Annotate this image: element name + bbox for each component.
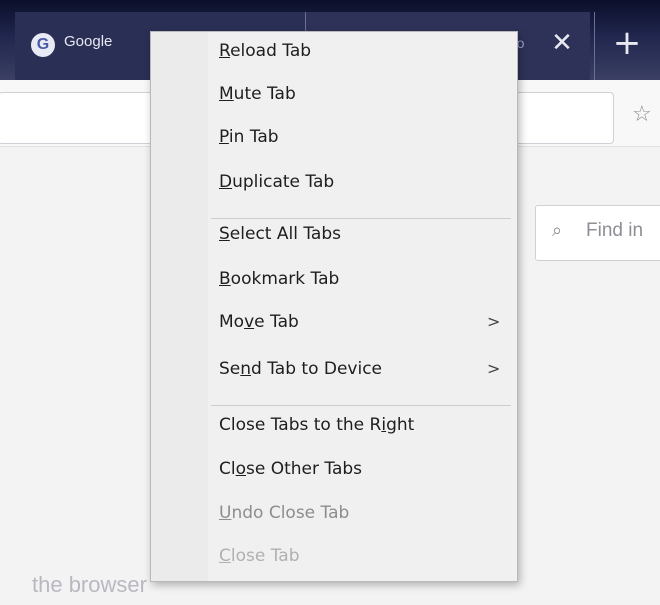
menu-item-label: Duplicate Tab <box>219 172 335 192</box>
menu-item-select-all-tabs[interactable]: Select All Tabs <box>151 224 517 264</box>
menu-item-close-tabs-to-right[interactable]: Close Tabs to the Right <box>151 415 517 455</box>
menu-item-send-tab-to-device[interactable]: Send Tab to Device > <box>151 359 517 399</box>
search-icon: ⌕ <box>552 220 563 241</box>
menu-item-move-tab[interactable]: Move Tab > <box>151 312 517 352</box>
menu-separator <box>211 218 511 219</box>
menu-item-label: Close Tabs to the Right <box>219 415 415 435</box>
menu-item-label: Close Other Tabs <box>219 459 363 479</box>
menu-item-mute-tab[interactable]: Mute Tab <box>151 84 517 124</box>
tab-divider <box>594 12 595 80</box>
menu-item-label: Mute Tab <box>219 84 296 104</box>
menu-separator <box>211 405 511 406</box>
menu-item-label: Undo Close Tab <box>219 503 350 523</box>
browser-window: G Google -o ✕ + ☆ ⌕ Find in the browser … <box>0 0 660 605</box>
menu-item-label: Close Tab <box>219 546 300 566</box>
menu-item-duplicate-tab[interactable]: Duplicate Tab <box>151 172 517 212</box>
menu-item-label: Select All Tabs <box>219 224 341 244</box>
menu-item-close-other-tabs[interactable]: Close Other Tabs <box>151 459 517 499</box>
menu-item-label: Move Tab <box>219 312 299 332</box>
menu-item-label: Pin Tab <box>219 127 279 147</box>
chevron-right-icon: > <box>487 359 501 378</box>
menu-item-reload-tab[interactable]: Reload Tab <box>151 41 517 81</box>
tab-context-menu: Reload Tab Mute Tab Pin Tab Duplicate Ta… <box>150 31 518 582</box>
menu-item-label: Bookmark Tab <box>219 269 340 289</box>
menu-item-label: Reload Tab <box>219 41 312 61</box>
menu-item-close-tab[interactable]: Close Tab <box>151 546 517 586</box>
close-tab-icon[interactable]: ✕ <box>547 28 577 58</box>
page-text: the browser <box>32 572 147 597</box>
menu-item-pin-tab[interactable]: Pin Tab <box>151 127 517 167</box>
bookmark-star-icon[interactable]: ☆ <box>632 102 658 128</box>
menu-item-undo-close-tab[interactable]: Undo Close Tab <box>151 503 517 543</box>
chevron-right-icon: > <box>487 312 501 331</box>
menu-item-bookmark-tab[interactable]: Bookmark Tab <box>151 269 517 309</box>
menu-item-label: Send Tab to Device <box>219 359 383 379</box>
tab-title: Google <box>64 33 113 50</box>
google-icon: G <box>31 33 55 57</box>
find-placeholder: Find in <box>586 220 644 241</box>
new-tab-button[interactable]: + <box>612 26 642 60</box>
